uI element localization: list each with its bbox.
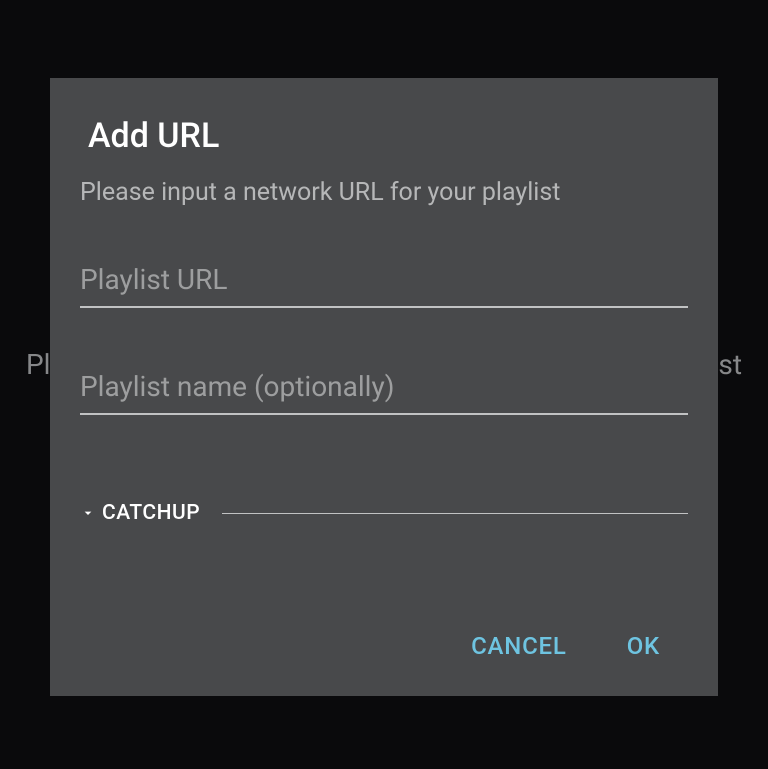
catchup-divider	[222, 513, 688, 514]
add-url-dialog: Add URL Please input a network URL for y…	[50, 78, 718, 696]
background-partial-text-left: Pl	[26, 348, 50, 381]
catchup-toggle[interactable]: CATCHUP	[80, 501, 200, 525]
playlist-url-input-wrapper	[80, 257, 688, 308]
catchup-label: CATCHUP	[102, 501, 200, 525]
playlist-name-input-wrapper	[80, 364, 688, 415]
dialog-subtitle: Please input a network URL for your play…	[80, 178, 688, 207]
cancel-button[interactable]: CANCEL	[471, 632, 567, 660]
dialog-title: Add URL	[88, 116, 688, 156]
ok-button[interactable]: OK	[627, 632, 660, 660]
catchup-section: CATCHUP	[80, 501, 688, 525]
playlist-url-input[interactable]	[80, 257, 688, 308]
chevron-down-icon	[80, 505, 96, 521]
dialog-button-row: CANCEL OK	[80, 632, 688, 666]
playlist-name-input[interactable]	[80, 364, 688, 415]
